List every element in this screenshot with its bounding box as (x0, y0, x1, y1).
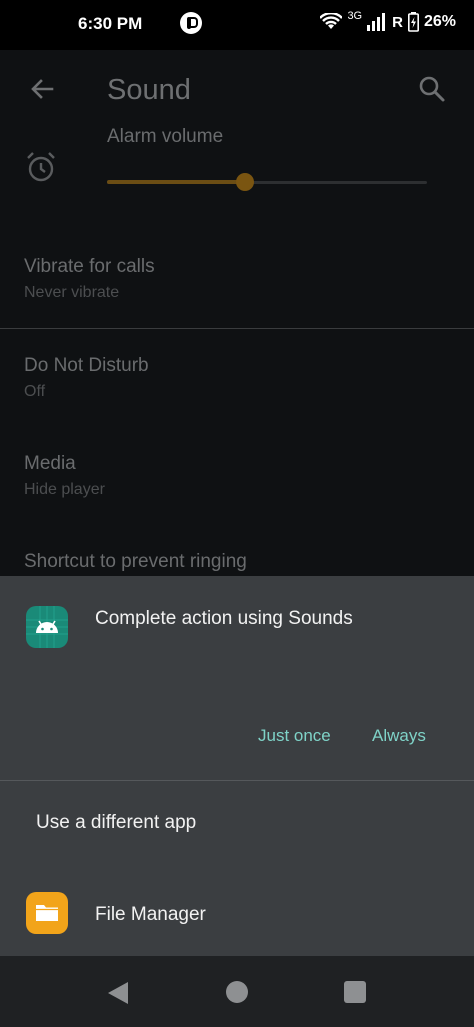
wifi-icon (320, 13, 343, 29)
setting-title: Shortcut to prevent ringing (24, 551, 247, 572)
android-icon (26, 606, 68, 648)
alarm-volume-slider[interactable] (107, 173, 427, 191)
battery-percent: 26% (423, 13, 456, 30)
back-button[interactable] (22, 70, 62, 110)
sheet-title: Complete action using Sounds (95, 608, 353, 629)
roaming-label: R (392, 13, 403, 31)
nav-back-button[interactable] (105, 980, 131, 1006)
sheet-divider (0, 780, 474, 781)
setting-subtitle: Hide player (24, 481, 105, 498)
screen: 6:30 PM 3G R 26% Sound Alarm volume Vibr… (0, 0, 474, 1027)
app-item-file-manager[interactable]: File Manager (0, 882, 474, 946)
navigation-bar (0, 956, 474, 1027)
search-icon (419, 76, 445, 102)
setting-subtitle: Never vibrate (24, 284, 120, 301)
setting-subtitle: Off (24, 383, 46, 400)
setting-title: Media (24, 453, 76, 474)
use-different-app-header: Use a different app (36, 812, 197, 833)
app-bar: Sound (0, 50, 474, 130)
network-type-label: 3G (347, 10, 363, 22)
divider (0, 328, 474, 329)
arrow-back-icon (31, 79, 54, 99)
triangle-back-icon (108, 982, 128, 1004)
just-once-button[interactable]: Just once (248, 720, 341, 752)
setting-shortcut-prevent-ringing[interactable]: Shortcut to prevent ringing (24, 551, 454, 573)
setting-media[interactable]: Media Hide player (24, 453, 454, 499)
search-button[interactable] (412, 70, 452, 110)
app-item-label: File Manager (95, 904, 206, 925)
setting-title: Vibrate for calls (24, 256, 155, 277)
setting-do-not-disturb[interactable]: Do Not Disturb Off (24, 355, 454, 401)
battery-charging-icon (407, 12, 419, 32)
alarm-clock-icon (27, 152, 55, 182)
setting-title: Do Not Disturb (24, 355, 149, 376)
notification-app-icon (180, 12, 202, 34)
status-bar: 6:30 PM 3G R 26% (0, 0, 474, 50)
slider-fill (107, 180, 245, 184)
always-button[interactable]: Always (362, 720, 436, 752)
setting-vibrate-for-calls[interactable]: Vibrate for calls Never vibrate (24, 256, 454, 302)
status-time: 6:30 PM (78, 14, 143, 33)
page-title: Sound (107, 74, 191, 106)
app-chooser-sheet: Complete action using Sounds Just once A… (0, 576, 474, 956)
alarm-volume-label: Alarm volume (107, 126, 224, 147)
status-icons: 3G R 26% (320, 10, 456, 32)
alarm-volume-row: Alarm volume (0, 122, 474, 222)
nav-home-button[interactable] (226, 981, 248, 1003)
slider-thumb[interactable] (236, 173, 254, 191)
signal-icon (367, 13, 386, 31)
nav-recents-button[interactable] (344, 981, 366, 1003)
folder-icon (26, 892, 68, 934)
